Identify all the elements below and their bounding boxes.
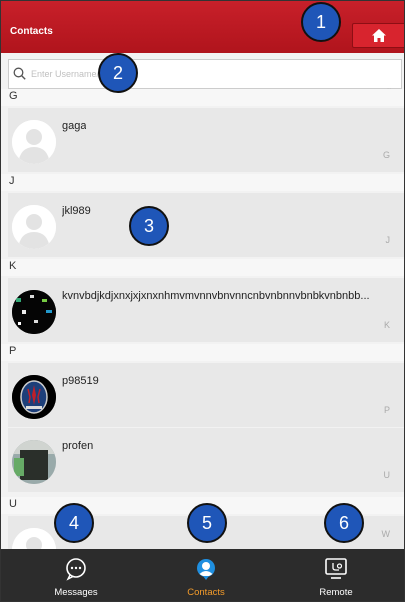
contact-name: kvnvbdjkdjxnxjxjxnxnhmvmvnnvbnvnncnbvnbn… [62,290,370,302]
person-icon [197,559,215,580]
index-letter[interactable]: W [382,529,391,539]
nav-label-messages: Messages [54,587,98,598]
section-header-k: K [1,259,404,276]
section-header-p: P [1,344,404,361]
photo-avatar-dark [12,290,56,334]
contact-name: gaga [62,120,87,132]
section-letter: P [9,345,17,357]
contact-row-gaga[interactable]: gaga G [8,108,404,172]
contact-row-jkl989[interactable]: jkl989 J [8,193,404,257]
section-letter: K [9,260,17,272]
photo-avatar-device [12,440,56,484]
nav-label-contacts: Contacts [187,587,225,598]
search-icon [13,67,26,80]
section-header-j: J [1,174,404,191]
default-avatar [12,120,56,164]
callout-marker: 2 [98,53,138,93]
contact-name: p98519 [62,375,99,387]
home-button[interactable] [352,23,404,48]
callout-marker: 6 [324,503,364,543]
callout-marker: 1 [301,2,341,42]
section-letter: J [9,175,15,187]
section-header-g: G [1,89,404,106]
maserati-logo-avatar [12,375,56,419]
callout-marker: 3 [129,206,169,246]
section-letter: U [9,498,17,510]
header-bar: Contacts [1,1,404,53]
contact-name: jkl989 [62,205,91,217]
nav-contacts[interactable]: Contacts [139,549,273,601]
index-letter[interactable]: U [384,470,391,480]
contact-name: profen [62,440,94,452]
chat-bubble-icon [66,558,86,581]
search-input[interactable] [31,66,391,82]
nav-label-remote: Remote [319,587,353,598]
nav-remote[interactable]: Remote [269,549,403,601]
default-avatar [12,205,56,249]
index-letter[interactable]: J [386,235,391,245]
app-frame: Contacts # G gaga G J [0,0,405,602]
section-letter: G [9,90,18,102]
index-letter[interactable]: P [384,405,390,415]
remote-screen-icon [325,558,347,579]
callout-marker: 4 [54,503,94,543]
contact-row-kvnv[interactable]: kvnvbdjkdjxnxjxjxnxnhmvmvnnvbnvnncnbvnbn… [8,278,404,342]
index-letter[interactable]: K [384,320,390,330]
nav-messages[interactable]: Messages [9,549,143,601]
callout-marker: 5 [187,503,227,543]
page-title: Contacts [10,26,53,37]
contact-row-profen[interactable]: profen U [8,428,404,492]
index-letter[interactable]: G [383,150,390,160]
bottom-nav: Messages Contacts Remote [1,549,404,601]
home-icon [372,29,386,42]
search-box[interactable] [8,59,402,89]
contact-row-p98519[interactable]: p98519 P [8,363,404,427]
